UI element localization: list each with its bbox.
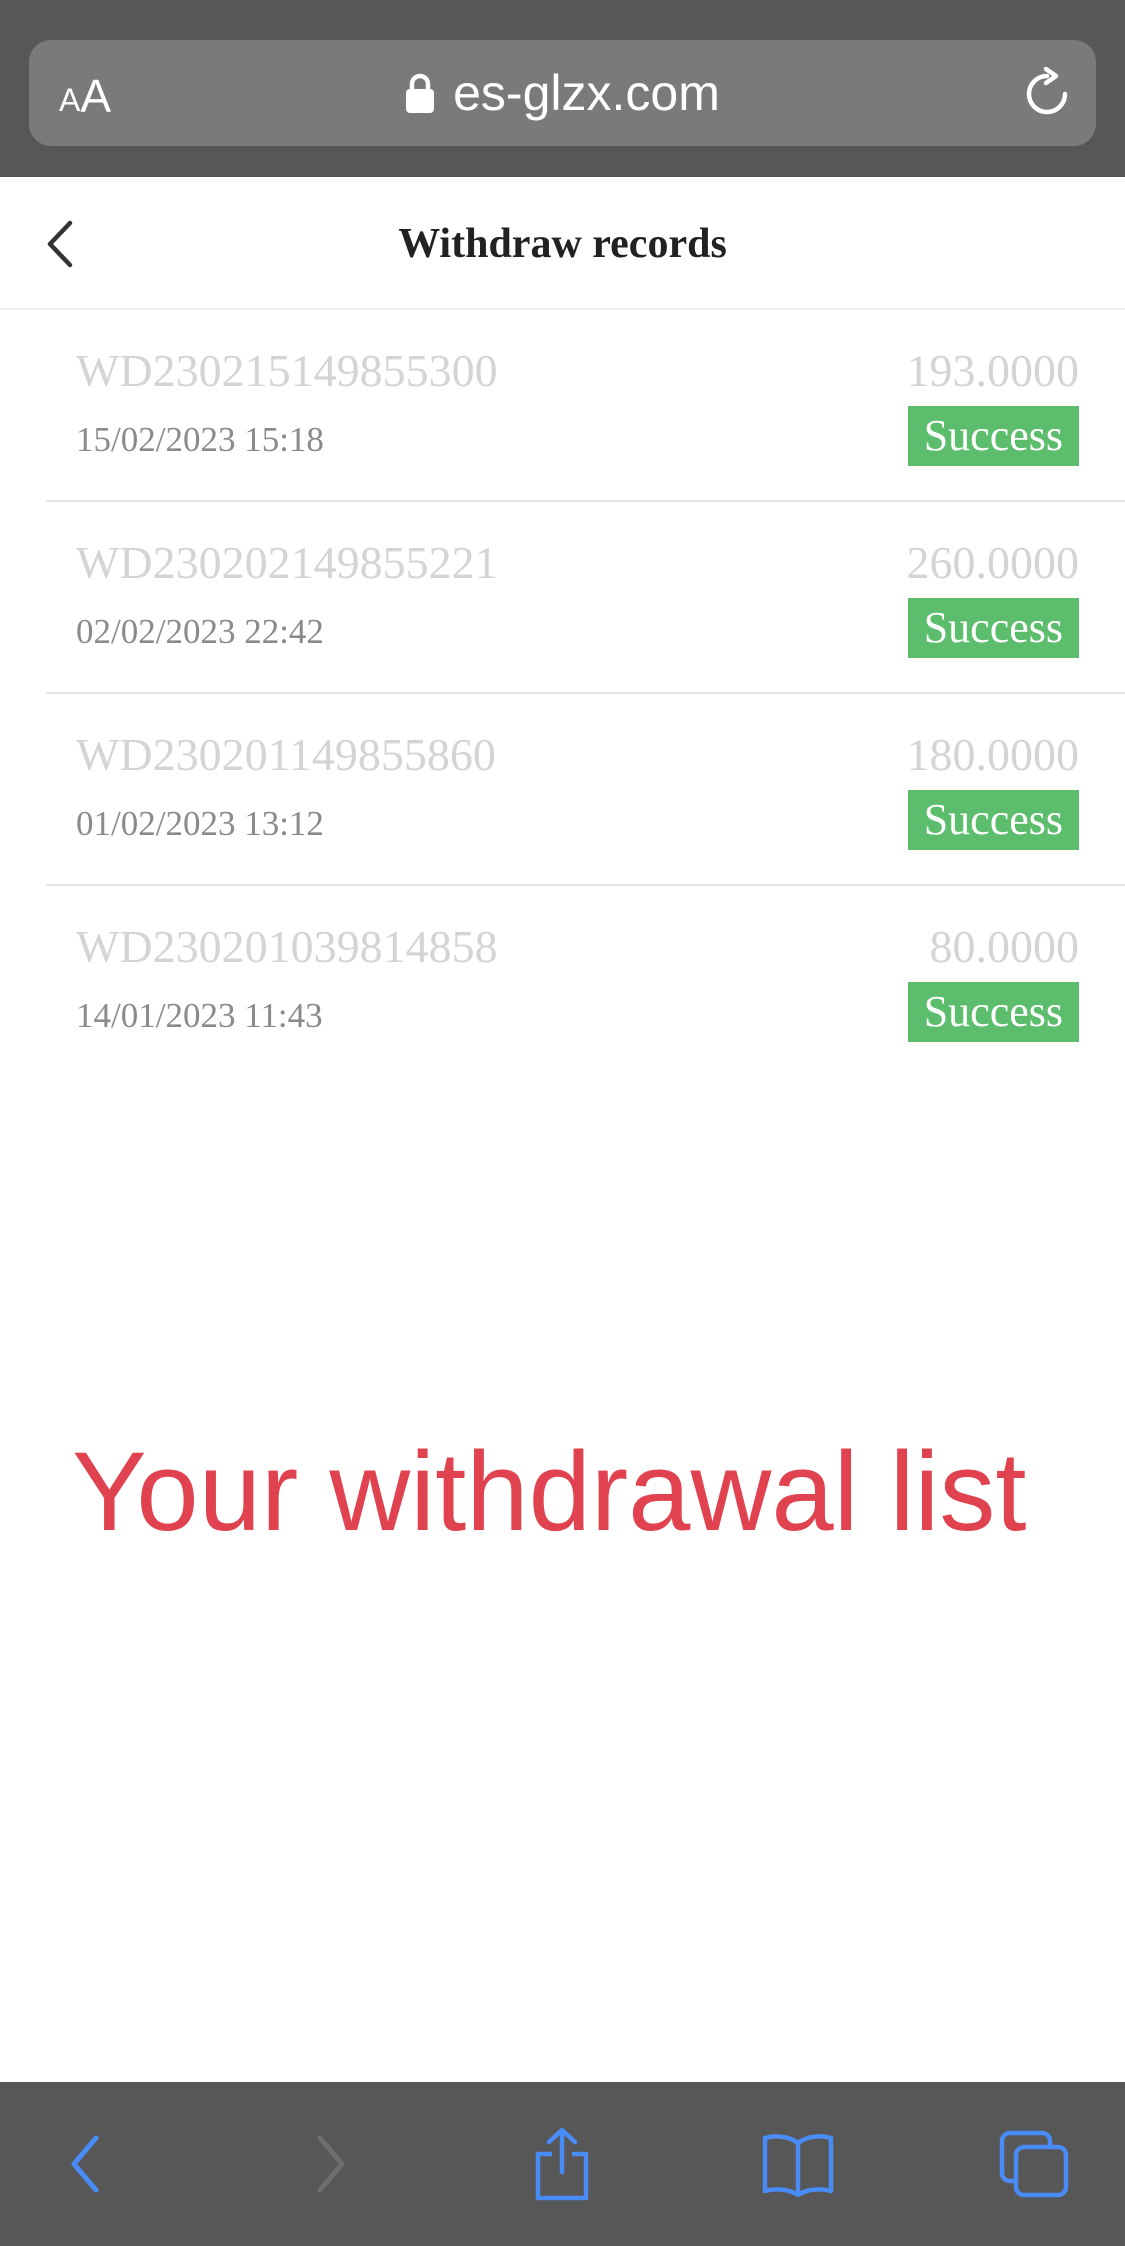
status-badge: Success: [907, 598, 1079, 658]
url-field[interactable]: AA es-glzx.com: [29, 40, 1096, 146]
browser-address-bar: AA es-glzx.com: [0, 0, 1125, 177]
bookmarks-button[interactable]: [758, 2128, 838, 2200]
lock-icon: [406, 73, 435, 113]
record-amount: 260.0000: [906, 537, 1080, 588]
back-button[interactable]: [46, 2128, 126, 2200]
tabs-icon: [999, 2130, 1069, 2198]
page-header: Withdraw records: [0, 177, 1125, 310]
record-id: WD230201149855860: [76, 729, 496, 780]
record-date: 02/02/2023 22:42: [76, 612, 324, 651]
record-date: 15/02/2023 15:18: [76, 420, 324, 459]
record-amount: 180.0000: [906, 729, 1080, 780]
record-id: WD230215149855300: [76, 345, 498, 396]
share-button[interactable]: [522, 2127, 602, 2201]
page-title: Withdraw records: [398, 220, 727, 267]
record-id: WD230202149855221: [76, 537, 498, 588]
status-badge: Success: [907, 982, 1079, 1042]
overlay-caption: Your withdrawal list: [72, 1429, 1027, 1554]
url-text: es-glzx.com: [453, 65, 720, 121]
tabs-button[interactable]: [994, 2128, 1074, 2200]
status-badge: Success: [907, 790, 1079, 850]
record-id: WD230201039814858: [76, 921, 498, 972]
record-date: 01/02/2023 13:12: [76, 804, 324, 843]
record-date: 14/01/2023 11:43: [76, 996, 323, 1035]
back-icon: [71, 2135, 99, 2193]
url-display: es-glzx.com: [29, 40, 1096, 146]
browser-toolbar: [0, 2082, 1125, 2246]
bookmarks-icon: [762, 2134, 834, 2197]
share-icon: [535, 2127, 589, 2201]
withdraw-records-list: WD230215149855300 15/02/2023 15:18 193.0…: [46, 310, 1125, 1078]
record-row[interactable]: WD230201149855860 01/02/2023 13:12 180.0…: [46, 694, 1125, 886]
reload-icon[interactable]: [1020, 67, 1074, 121]
forward-icon: [317, 2135, 345, 2193]
record-row[interactable]: WD230201039814858 14/01/2023 11:43 80.00…: [46, 886, 1125, 1078]
record-amount: 80.0000: [929, 921, 1080, 972]
status-badge: Success: [907, 406, 1079, 466]
record-row[interactable]: WD230202149855221 02/02/2023 22:42 260.0…: [46, 502, 1125, 694]
record-row[interactable]: WD230215149855300 15/02/2023 15:18 193.0…: [46, 310, 1125, 502]
record-amount: 193.0000: [906, 345, 1080, 396]
forward-button[interactable]: [290, 2128, 370, 2200]
